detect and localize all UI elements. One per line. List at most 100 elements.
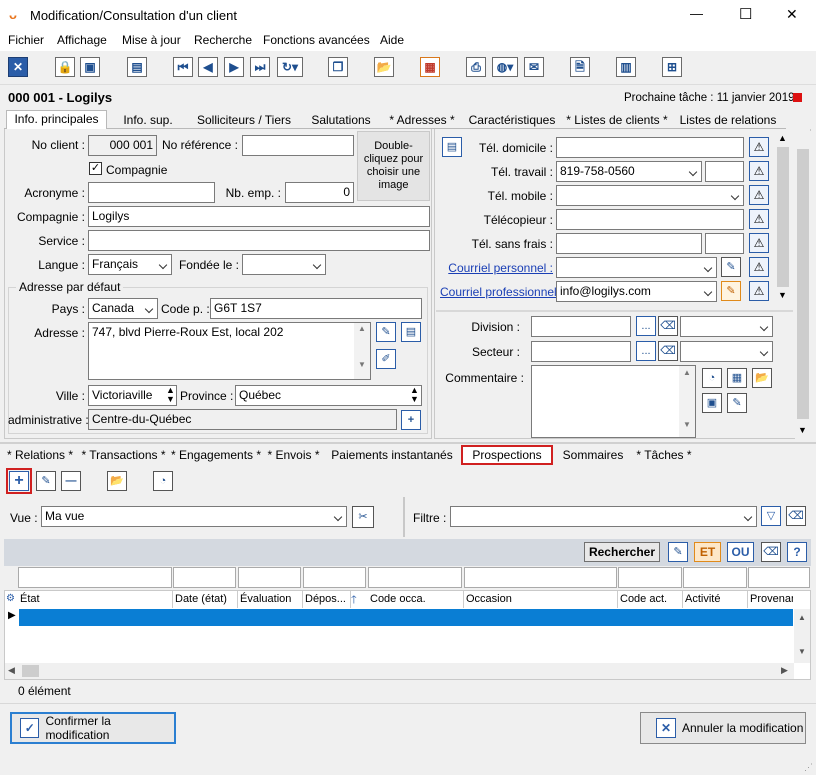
col-evaluation[interactable]: Évaluation	[238, 591, 303, 608]
close-client-icon[interactable]: ✕	[8, 57, 28, 77]
col-code-occa[interactable]: Code occa.	[368, 591, 464, 608]
service-field[interactable]	[88, 230, 430, 251]
open-prospection-icon[interactable]: 📂	[107, 471, 127, 491]
pays-select[interactable]: Canada	[88, 298, 158, 319]
history-prospection-icon[interactable]: ◔	[153, 471, 173, 491]
courriel-pro-link[interactable]: Courriel professionnel :	[440, 285, 563, 299]
col-activite[interactable]: Activité	[683, 591, 748, 608]
edit-address-icon[interactable]: ✎	[376, 322, 396, 342]
tel-travail-alert-icon[interactable]: ⚠	[749, 161, 769, 181]
resize-grip-icon[interactable]: ⋰	[804, 762, 813, 773]
col-provenance[interactable]: Provenar	[748, 591, 793, 608]
col-depos[interactable]: Dépos...	[303, 591, 351, 608]
code-postal-field[interactable]: G6T 1S7	[210, 298, 422, 319]
new-document-icon[interactable]: 🗎	[570, 57, 590, 77]
filter-cell-depos[interactable]	[303, 567, 366, 588]
telecopieur-alert-icon[interactable]: ⚠	[749, 209, 769, 229]
ville-spinner-icon[interactable]: ▲ ▼	[166, 386, 175, 404]
compagnie-checkbox[interactable]: ✓	[89, 162, 102, 175]
adresse-scrollbar[interactable]: ▲ ▼	[354, 323, 370, 379]
filter-cell-provenance[interactable]	[748, 567, 810, 588]
langue-select[interactable]: Français	[88, 254, 172, 275]
eraser-icon[interactable]: ⌫	[761, 542, 781, 562]
save-icon[interactable]: ▣	[80, 57, 100, 77]
next-record-icon[interactable]: ▶	[224, 57, 244, 77]
adresse-field[interactable]: 747, blvd Pierre-Roux Est, local 202	[88, 322, 371, 380]
tab-envois[interactable]: * Envois *	[265, 447, 322, 465]
ville-field[interactable]: Victoriaville	[88, 385, 177, 406]
province-field[interactable]: Québec	[235, 385, 422, 406]
tel-sans-frais-ext-field[interactable]	[705, 233, 744, 254]
save-comment-icon[interactable]: ▣	[702, 393, 722, 413]
commentaire-scrollbar[interactable]: ▲ ▼	[679, 366, 695, 437]
first-record-icon[interactable]: ⏮	[173, 57, 193, 77]
last-record-icon[interactable]: ⏭	[250, 57, 270, 77]
col-etat[interactable]: État	[18, 591, 173, 608]
confirm-button[interactable]: ✓ Confirmer la modification	[10, 712, 176, 744]
et-toggle[interactable]: ET	[694, 542, 721, 562]
edit-prospection-icon[interactable]: ✎	[36, 471, 56, 491]
tab-prospections[interactable]: Prospections	[461, 445, 553, 465]
courriel-pro-edit-icon[interactable]: ✎	[721, 281, 741, 301]
filter-cell-code-occa[interactable]	[368, 567, 462, 588]
email-icon[interactable]: ✉	[524, 57, 544, 77]
menu-mise-a-jour[interactable]: Mise à jour	[122, 33, 181, 47]
filter-cell-evaluation[interactable]	[238, 567, 301, 588]
menu-recherche[interactable]: Recherche	[194, 33, 252, 47]
scroll-up-icon[interactable]: ▲	[778, 133, 787, 143]
filtre-select[interactable]	[450, 506, 757, 527]
courriel-pro-select[interactable]: info@logilys.com	[556, 281, 717, 302]
grid-hscrollbar[interactable]: ◀ ▶	[5, 663, 794, 679]
table-row[interactable]	[19, 609, 793, 626]
tab-transactions[interactable]: * Transactions *	[80, 447, 167, 465]
menu-fichier[interactable]: Fichier	[8, 33, 44, 47]
tab-paiements[interactable]: Paiements instantanés	[328, 447, 456, 465]
org-chart-icon[interactable]: ⊞	[662, 57, 682, 77]
courriel-pro-alert-icon[interactable]: ⚠	[749, 281, 769, 301]
form-scroll-down-icon[interactable]: ▼	[798, 425, 807, 435]
courriel-perso-select[interactable]	[556, 257, 717, 278]
division-clear-icon[interactable]: ⌫	[658, 316, 678, 336]
column-settings-icon[interactable]: ⚙	[6, 593, 15, 604]
validate-address-icon[interactable]: ✐	[376, 349, 396, 369]
secteur-select[interactable]	[680, 341, 773, 362]
tel-domicile-alert-icon[interactable]: ⚠	[749, 137, 769, 157]
open-comment-icon[interactable]: 📂	[752, 368, 772, 388]
filter-cell-activite[interactable]	[683, 567, 747, 588]
edit-comment-icon[interactable]: ✎	[727, 393, 747, 413]
open-folder-icon[interactable]: 📂	[374, 57, 394, 77]
tel-domicile-field[interactable]	[556, 137, 744, 158]
menu-affichage[interactable]: Affichage	[57, 33, 107, 47]
filter-cell-etat[interactable]	[18, 567, 172, 588]
calendar-task-icon[interactable]: ▦	[420, 57, 440, 77]
hscroll-left-icon[interactable]: ◀	[8, 665, 15, 676]
notes-icon[interactable]: ▥	[616, 57, 636, 77]
tel-travail-select[interactable]: 819-758-0560	[556, 161, 702, 182]
filter-cell-occasion[interactable]	[464, 567, 617, 588]
web-icon[interactable]: ◍▾	[492, 57, 518, 77]
grid-vscrollbar[interactable]: ▲ ▼	[794, 609, 810, 663]
address-list-icon[interactable]: ▤	[401, 322, 421, 342]
tab-solliciteurs[interactable]: Solliciteurs / Tiers	[190, 112, 298, 130]
add-prospection-button[interactable]: +	[6, 468, 32, 494]
calendar-icon[interactable]: ▦	[727, 368, 747, 388]
filter-funnel-icon[interactable]: ▽	[761, 506, 781, 526]
tab-adresses[interactable]: * Adresses *	[384, 112, 460, 130]
filter-cell-code-act[interactable]	[618, 567, 682, 588]
tab-listes-relations[interactable]: Listes de relations	[675, 112, 781, 130]
scroll-thumb[interactable]	[777, 147, 789, 287]
fondee-select[interactable]	[242, 254, 326, 275]
filter-cell-date[interactable]	[173, 567, 236, 588]
cancel-button[interactable]: ✕ Annuler la modification	[640, 712, 806, 744]
refresh-icon[interactable]: ↻▾	[277, 57, 303, 77]
division-browse-button[interactable]: ...	[636, 316, 656, 336]
tab-relations[interactable]: * Relations *	[5, 447, 75, 465]
tel-mobile-select[interactable]	[556, 185, 744, 206]
search-options-icon[interactable]: ✎	[668, 542, 688, 562]
tab-info-sup[interactable]: Info. sup.	[112, 112, 184, 130]
form-scrollbar[interactable]: ▼	[795, 131, 811, 439]
duplicate-icon[interactable]: ❐	[328, 57, 348, 77]
sort-ascending-icon[interactable]: 🡑	[351, 591, 357, 610]
menu-fonctions-avancees[interactable]: Fonctions avancées	[263, 33, 370, 47]
remove-prospection-icon[interactable]: —	[61, 471, 81, 491]
